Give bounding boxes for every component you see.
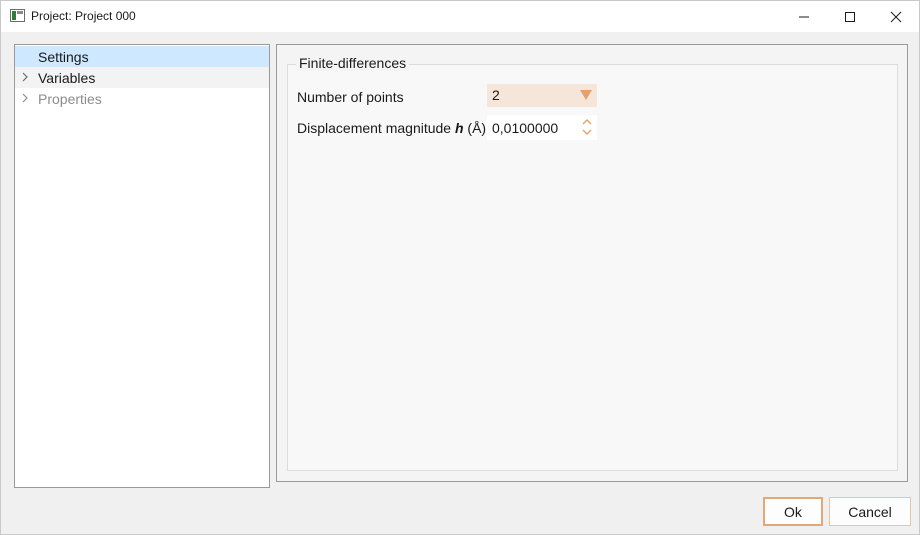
navigation-tree[interactable]: Settings Variables Properties: [14, 44, 270, 488]
number-of-points-value: 2: [492, 87, 500, 103]
dropdown-arrow-icon[interactable]: [580, 90, 592, 100]
group-title: Finite-differences: [296, 55, 410, 71]
ok-button[interactable]: Ok: [763, 497, 823, 526]
project-dialog-window: Project: Project 000 Settings Variables …: [0, 0, 920, 535]
spin-up-icon[interactable]: [582, 119, 592, 125]
tree-item-variables[interactable]: Variables: [15, 67, 269, 88]
finite-differences-group: Finite-differences Number of points 2 Di…: [287, 55, 898, 471]
window-title: Project: Project 000: [31, 9, 136, 23]
app-window-icon: [10, 9, 25, 22]
displacement-magnitude-label: Displacement magnitude h (Å): [297, 120, 486, 136]
cancel-button[interactable]: Cancel: [829, 497, 911, 526]
displacement-label-symbol: h: [454, 120, 464, 136]
tree-item-settings[interactable]: Settings: [15, 46, 269, 67]
displacement-magnitude-spinbox[interactable]: 0,0100000: [487, 115, 597, 140]
tree-item-properties[interactable]: Properties: [15, 88, 269, 109]
chevron-right-icon[interactable]: [21, 72, 29, 82]
close-button[interactable]: [873, 1, 919, 32]
tree-item-label: Settings: [38, 49, 89, 65]
tree-item-label: Variables: [38, 70, 96, 86]
maximize-button[interactable]: [827, 1, 873, 32]
number-of-points-label: Number of points: [297, 89, 404, 105]
spin-down-icon[interactable]: [582, 129, 592, 135]
close-icon: [890, 11, 902, 23]
maximize-icon: [845, 12, 855, 22]
number-of-points-combobox[interactable]: 2: [487, 84, 597, 107]
minimize-icon: [799, 16, 809, 18]
title-bar[interactable]: Project: Project 000: [1, 1, 919, 32]
displacement-label-suffix: (Å): [463, 120, 487, 136]
displacement-label-prefix: Displacement magnitude: [297, 120, 455, 136]
chevron-right-icon[interactable]: [21, 93, 29, 103]
displacement-magnitude-value: 0,0100000: [492, 120, 559, 136]
minimize-button[interactable]: [781, 1, 827, 32]
settings-panel: Finite-differences Number of points 2 Di…: [276, 44, 908, 482]
tree-item-label: Properties: [38, 91, 102, 107]
